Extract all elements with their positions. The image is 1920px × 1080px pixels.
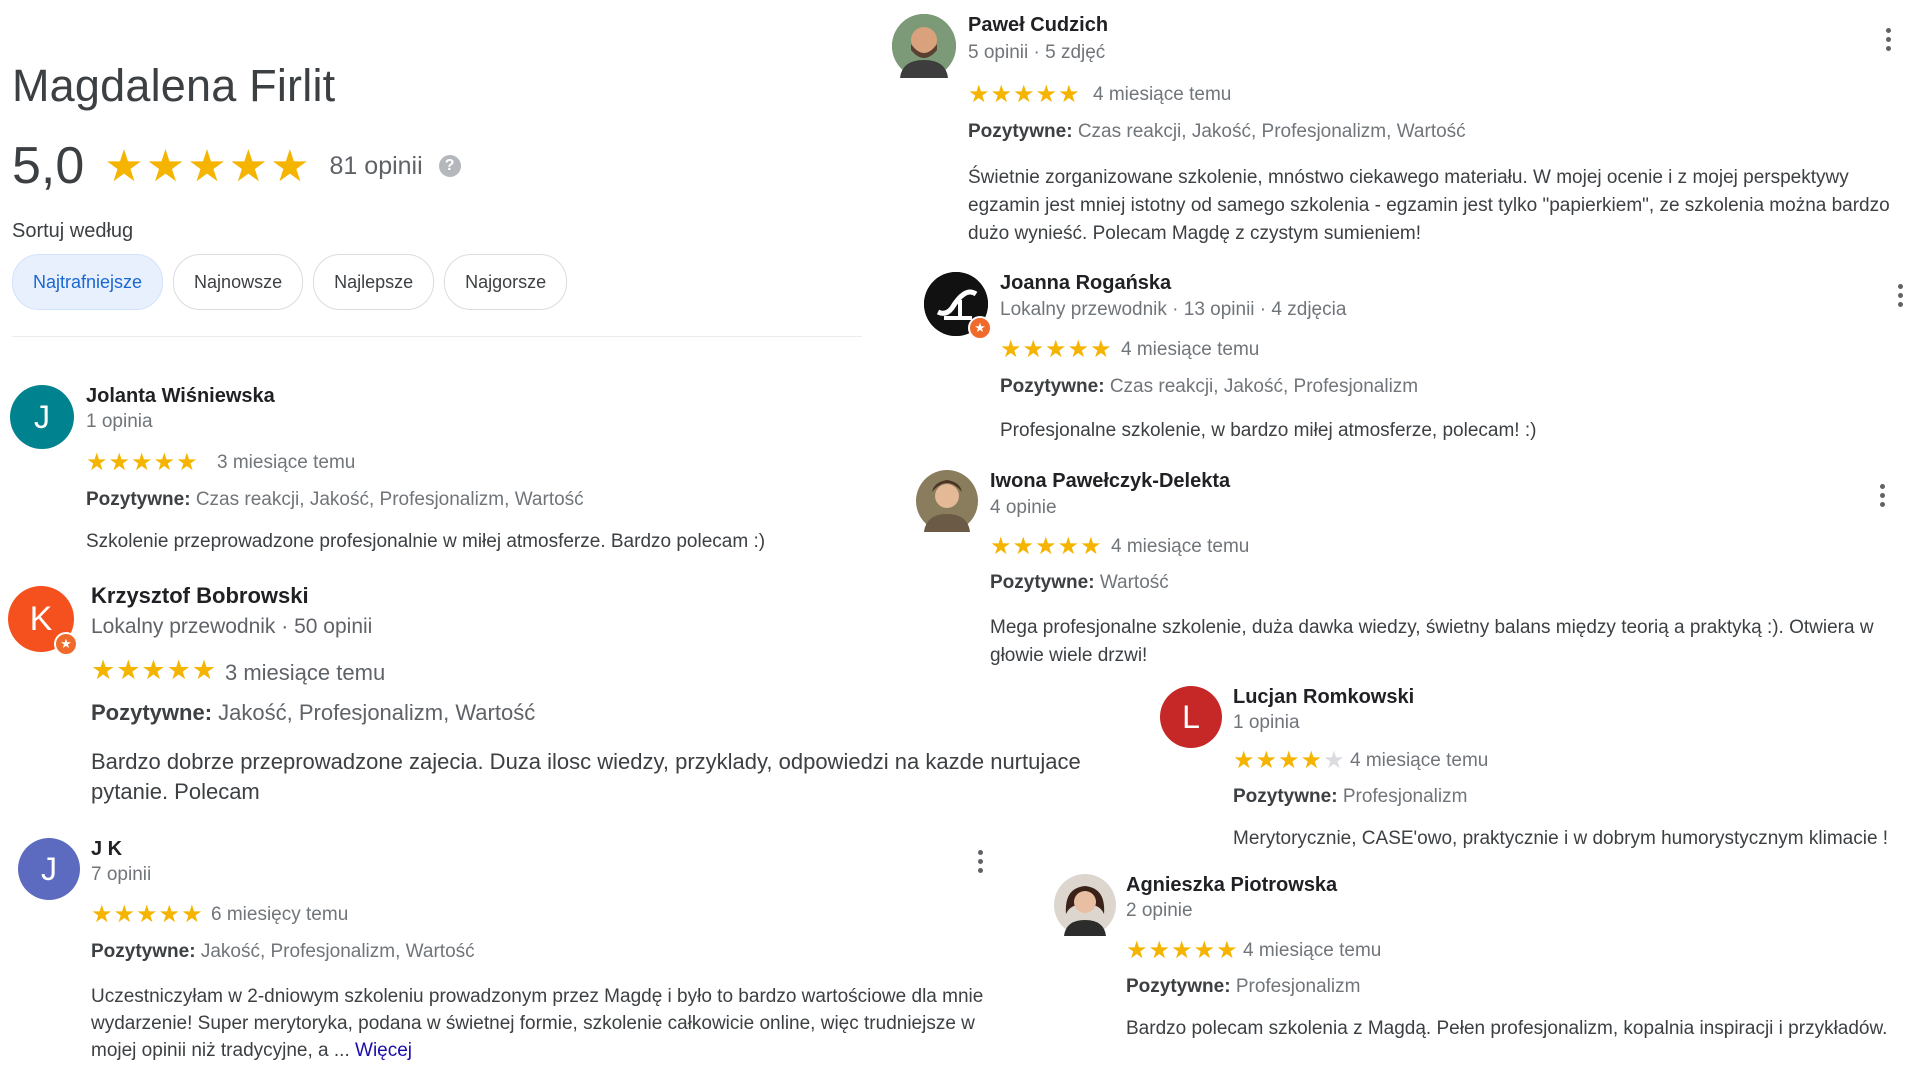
reviewer-name[interactable]: Agnieszka Piotrowska — [1126, 874, 1337, 897]
place-title: Magdalena Firlit — [12, 60, 336, 111]
review-stars: ★★★★★ — [1126, 937, 1239, 964]
review-stars: ★★★★★ — [1233, 747, 1346, 774]
review-card: J Jolanta Wiśniewska 1 opinia ★★★★★ 3 mi… — [10, 385, 870, 560]
sort-chip-worst[interactable]: Najgorsze — [444, 254, 568, 310]
review-time: 3 miesiące temu — [225, 660, 386, 685]
review-card: Paweł Cudzich 5 opinii · 5 zdjęć ★★★★★ 4… — [892, 14, 1912, 254]
review-stars: ★★★★★ — [990, 533, 1103, 560]
user-photo-icon[interactable] — [916, 470, 978, 532]
sort-label: Sortuj według — [12, 220, 134, 242]
reviewer-name[interactable]: Iwona Pawełczyk-Delekta — [990, 470, 1230, 493]
more-options-icon[interactable] — [970, 850, 990, 873]
review-card: J J K 7 opinii ★★★★★ 6 miesięcy temu Poz… — [18, 838, 998, 1068]
sort-chip-best[interactable]: Najlepsze — [313, 254, 435, 310]
review-time: 4 miesiące temu — [1243, 940, 1382, 961]
logo-avatar-icon[interactable]: ★ — [924, 272, 992, 340]
reviewer-name[interactable]: Krzysztof Bobrowski — [91, 583, 309, 609]
avatar[interactable]: J — [18, 838, 80, 900]
avatar[interactable]: K ★ — [8, 586, 78, 656]
reviewer-name[interactable]: Jolanta Wiśniewska — [86, 385, 275, 408]
review-positives: Pozytywne: Profesjonalizm — [1233, 786, 1468, 807]
review-time: 4 miesiące temu — [1121, 339, 1260, 360]
reviewer-name[interactable]: Lucjan Romkowski — [1233, 686, 1414, 709]
reviewer-name[interactable]: Paweł Cudzich — [968, 14, 1108, 37]
review-time: 6 miesięcy temu — [211, 904, 349, 925]
review-positives: Pozytywne: Czas reakcji, Jakość, Profesj… — [1000, 376, 1419, 397]
avatar[interactable]: L — [1160, 686, 1222, 748]
reviews-count[interactable]: 81 opinii — [330, 152, 423, 181]
sort-chip-newest[interactable]: Najnowsze — [173, 254, 304, 310]
review-stars: ★★★★★ — [968, 81, 1081, 108]
reviewer-meta: 1 opinia — [86, 411, 153, 432]
review-positives: Pozytywne: Jakość, Profesjonalizm, Warto… — [91, 941, 475, 962]
review-text: Bardzo polecam szkolenia z Magdą. Pełen … — [1126, 1018, 1888, 1039]
review-time: 3 miesiące temu — [217, 452, 356, 473]
review-stars: ★★★★★ — [91, 655, 218, 685]
review-time: 4 miesiące temu — [1111, 536, 1250, 557]
reviewer-meta: 5 opinii · 5 zdjęć — [968, 42, 1106, 63]
more-options-icon[interactable] — [1890, 284, 1910, 307]
more-options-icon[interactable] — [1872, 484, 1892, 507]
rating-summary: 5,0 ★★★★★ 81 opinii ? — [12, 136, 461, 196]
review-stars: ★★★★★ — [91, 901, 204, 928]
review-card: Iwona Pawełczyk-Delekta 4 opinie ★★★★★ 4… — [916, 470, 1914, 670]
more-options-icon[interactable] — [1878, 28, 1898, 51]
review-text: Merytorycznie, CASE'owo, praktycznie i w… — [1233, 828, 1889, 849]
more-link[interactable]: Więcej — [355, 1040, 412, 1061]
reviewer-meta: Lokalny przewodnik · 50 opinii — [91, 615, 373, 638]
average-rating: 5,0 — [12, 137, 85, 195]
review-positives: Pozytywne: Czas reakcji, Jakość, Profesj… — [968, 121, 1466, 142]
user-photo-icon[interactable] — [1054, 874, 1116, 936]
review-card: ★ Joanna Rogańska Lokalny przewodnik · 1… — [924, 270, 1914, 450]
review-positives: Pozytywne: Wartość — [990, 572, 1169, 593]
review-text: Uczestniczyłam w 2-dniowym szkoleniu pro… — [91, 986, 984, 1061]
reviewer-meta: 4 opinie — [990, 497, 1057, 518]
review-card: L Lucjan Romkowski 1 opinia ★★★★★ 4 mies… — [1160, 686, 1916, 861]
reviewer-meta: 7 opinii — [91, 864, 152, 885]
review-text: Świetnie zorganizowane szkolenie, mnóstw… — [968, 167, 1890, 244]
review-text: Bardzo dobrze przeprowadzone zajecia. Du… — [91, 749, 1081, 804]
user-photo-icon[interactable] — [892, 14, 956, 78]
divider — [12, 336, 862, 337]
reviewer-name[interactable]: Joanna Rogańska — [1000, 272, 1171, 295]
review-text: Profesjonalne szkolenie, w bardzo miłej … — [1000, 420, 1537, 441]
reviewer-meta: 2 opinie — [1126, 900, 1193, 921]
rating-stars: ★★★★★ — [104, 141, 312, 191]
review-positives: Pozytywne: Profesjonalizm — [1126, 976, 1361, 997]
sort-chip-relevant[interactable]: Najtrafniejsze — [12, 254, 164, 310]
review-text: Mega profesjonalne szkolenie, duża dawka… — [990, 617, 1874, 666]
review-stars: ★★★★★ — [86, 449, 199, 476]
review-stars: ★★★★★ — [1000, 336, 1113, 363]
review-card: Agnieszka Piotrowska 2 opinie ★★★★★ 4 mi… — [1054, 874, 1916, 1049]
review-positives: Pozytywne: Czas reakcji, Jakość, Profesj… — [86, 489, 584, 510]
avatar[interactable]: J — [10, 385, 74, 449]
local-guide-badge-icon: ★ — [54, 632, 78, 656]
local-guide-badge-icon: ★ — [968, 316, 992, 340]
help-icon[interactable]: ? — [438, 155, 461, 177]
sort-options: Najtrafniejsze Najnowsze Najlepsze Najgo… — [12, 254, 568, 310]
reviewer-meta: 1 opinia — [1233, 712, 1300, 733]
review-positives: Pozytywne: Jakość, Profesjonalizm, Warto… — [91, 700, 536, 725]
review-text: Szkolenie przeprowadzone profesjonalnie … — [86, 531, 766, 552]
review-time: 4 miesiące temu — [1093, 84, 1232, 105]
reviewer-name[interactable]: J K — [91, 838, 122, 861]
reviewer-meta: Lokalny przewodnik · 13 opinii · 4 zdjęc… — [1000, 299, 1347, 320]
review-time: 4 miesiące temu — [1350, 750, 1489, 771]
